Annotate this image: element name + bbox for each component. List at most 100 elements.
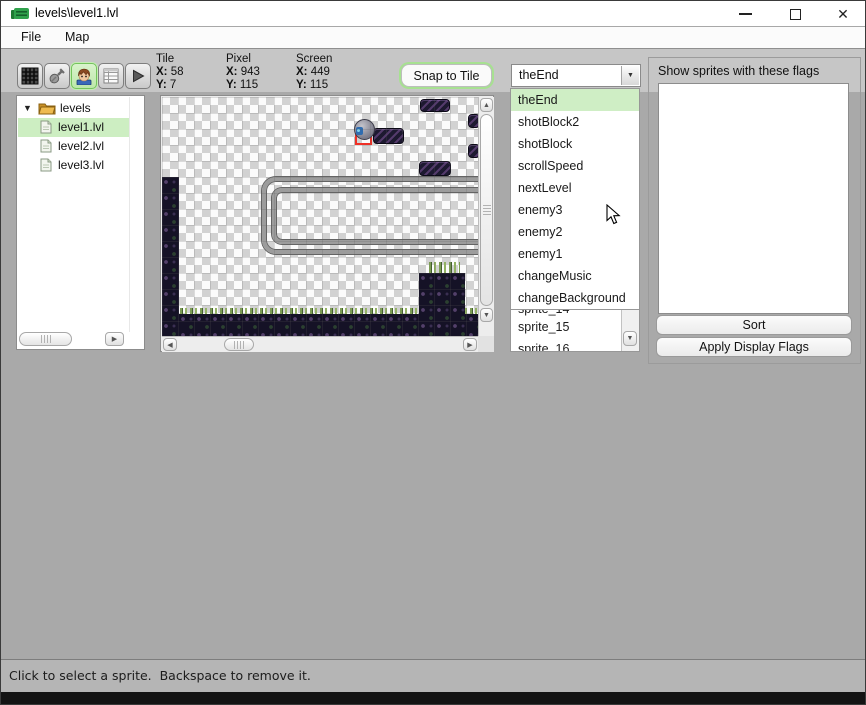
file-icon xyxy=(40,139,52,153)
shovel-icon xyxy=(48,67,66,85)
level-tree-panel: ▼ levels level1.lvl level2.lvl xyxy=(16,95,145,350)
flag-option-enemy3[interactable]: enemy3 xyxy=(511,199,639,221)
tree-scrollbar-divider xyxy=(129,97,130,332)
display-flags-header: Show sprites with these flags xyxy=(658,64,819,78)
menu-map[interactable]: Map xyxy=(59,27,95,48)
pixel-coords-header: Pixel xyxy=(226,53,260,66)
flag-combobox[interactable]: theEnd ▼ xyxy=(511,64,641,87)
sprite-listbox[interactable]: sprite_14 sprite_15 sprite_16 ▼ xyxy=(510,309,640,352)
tree-expander-icon[interactable]: ▼ xyxy=(23,99,32,118)
character-icon xyxy=(75,67,93,85)
canvas-vscrollbar[interactable]: ▲ ▼ xyxy=(478,97,494,336)
flag-option-shotBlock[interactable]: shotBlock xyxy=(511,133,639,155)
tree-item-level3[interactable]: level3.lvl xyxy=(18,156,129,175)
pixel-coords: Pixel X: 943 Y: 115 xyxy=(226,53,260,92)
flag-option-enemy2[interactable]: enemy2 xyxy=(511,221,639,243)
ball-visor xyxy=(356,127,363,135)
thumb-grip xyxy=(483,205,491,215)
tree-item-level1[interactable]: level1.lvl xyxy=(18,118,129,137)
flags-filter-listbox[interactable] xyxy=(658,83,849,314)
list-icon xyxy=(102,67,120,85)
tree-hscroll-thumb[interactable] xyxy=(19,332,72,346)
flag-option-enemy1[interactable]: enemy1 xyxy=(511,243,639,265)
tree-root-row[interactable]: ▼ levels xyxy=(18,99,129,118)
platform-block xyxy=(419,161,451,176)
sprite-list-vscrollbar[interactable]: ▼ xyxy=(621,309,639,351)
sprite-list-scroll-down-button[interactable]: ▼ xyxy=(623,331,637,346)
close-button[interactable]: ✕ xyxy=(821,1,865,27)
arrow-down-icon: ▼ xyxy=(627,335,634,342)
arrow-down-icon: ▼ xyxy=(483,312,490,319)
platform-block xyxy=(420,99,450,112)
minimize-icon xyxy=(739,13,752,15)
flag-combobox-value: theEnd xyxy=(519,65,559,86)
screen-coords: Screen X: 449 Y: 115 xyxy=(296,53,332,92)
close-icon: ✕ xyxy=(837,7,849,21)
flag-option-shotBlock2[interactable]: shotBlock2 xyxy=(511,111,639,133)
canvas-vscroll-down-button[interactable]: ▼ xyxy=(480,308,493,322)
flag-combobox-dropdown-button[interactable]: ▼ xyxy=(621,66,639,85)
flag-option-nextLevel[interactable]: nextLevel xyxy=(511,177,639,199)
flag-option-changeMusic[interactable]: changeMusic xyxy=(511,265,639,287)
snap-to-tile-button[interactable]: Snap to Tile xyxy=(401,64,492,87)
ball-sprite[interactable] xyxy=(354,119,375,140)
tree-root-label: levels xyxy=(60,99,91,118)
grid-tool-button[interactable] xyxy=(17,63,43,89)
tree-item-label: level1.lvl xyxy=(58,118,104,137)
screen-coords-header: Screen xyxy=(296,53,332,66)
canvas-vscroll-up-button[interactable]: ▲ xyxy=(480,98,493,112)
tree-hscroll-right-button[interactable]: ▶ xyxy=(105,332,124,346)
thumb-grip xyxy=(234,341,244,349)
tile-coords: Tile X: 58 Y: 7 xyxy=(156,53,184,92)
map-canvas[interactable] xyxy=(162,97,478,336)
sprite-list-item[interactable]: sprite_14 xyxy=(518,309,569,317)
map-canvas-panel: ▲ ▼ ◀ ▶ xyxy=(160,95,494,352)
grid-icon xyxy=(21,67,39,85)
thumb-grip xyxy=(41,335,51,343)
app-window: levels\level1.lvl ✕ File Map xyxy=(0,0,866,705)
sort-button[interactable]: Sort xyxy=(656,315,852,335)
arrow-right-icon: ▶ xyxy=(467,341,472,349)
tree-item-label: level2.lvl xyxy=(58,137,104,156)
status-bar: Click to select a sprite. Backspace to r… xyxy=(1,659,865,692)
display-flags-panel: Show sprites with these flags Sort Apply… xyxy=(648,57,861,364)
platform-block xyxy=(468,144,478,158)
tree-item-level2[interactable]: level2.lvl xyxy=(18,137,129,156)
canvas-vscroll-thumb[interactable] xyxy=(480,114,493,306)
tree-item-label: level3.lvl xyxy=(58,156,104,175)
apply-display-flags-button[interactable]: Apply Display Flags xyxy=(656,337,852,357)
arrow-up-icon: ▲ xyxy=(483,102,490,109)
play-tool-button[interactable] xyxy=(125,63,151,89)
play-icon xyxy=(129,67,147,85)
arrow-right-icon: ▶ xyxy=(112,335,117,343)
platform-block xyxy=(468,114,478,128)
scrollbar-corner xyxy=(478,336,494,352)
platform-block xyxy=(373,128,404,144)
status-text: Click to select a sprite. Backspace to r… xyxy=(9,668,311,683)
sprite-list-item[interactable]: sprite_16 xyxy=(518,341,569,352)
maximize-button[interactable] xyxy=(773,1,817,27)
file-icon xyxy=(40,120,52,134)
list-tool-button[interactable] xyxy=(98,63,124,89)
canvas-hscrollbar[interactable]: ◀ ▶ xyxy=(162,336,478,352)
minimize-button[interactable] xyxy=(723,1,767,27)
shovel-tool-button[interactable] xyxy=(44,63,70,89)
menu-file[interactable]: File xyxy=(15,27,47,48)
arrow-left-icon: ◀ xyxy=(167,341,172,349)
title-bar: levels\level1.lvl ✕ xyxy=(1,1,865,27)
sprite-tool-button[interactable] xyxy=(71,63,97,89)
wall-tiles xyxy=(162,177,179,336)
tower-tiles xyxy=(419,273,465,336)
flag-option-changeBackground[interactable]: changeBackground xyxy=(511,287,639,309)
file-icon xyxy=(40,158,52,172)
flag-option-scrollSpeed[interactable]: scrollSpeed xyxy=(511,155,639,177)
canvas-hscroll-thumb[interactable] xyxy=(224,338,254,351)
flag-dropdown-popup: theEnd shotBlock2 shotBlock scrollSpeed … xyxy=(510,88,640,310)
maximize-icon xyxy=(790,9,801,20)
menu-bar: File Map xyxy=(1,27,865,48)
flag-option-theEnd[interactable]: theEnd xyxy=(511,89,639,111)
folder-icon xyxy=(38,102,56,115)
canvas-hscroll-left-button[interactable]: ◀ xyxy=(163,338,177,351)
sprite-list-item[interactable]: sprite_15 xyxy=(518,319,569,335)
canvas-hscroll-right-button[interactable]: ▶ xyxy=(463,338,477,351)
